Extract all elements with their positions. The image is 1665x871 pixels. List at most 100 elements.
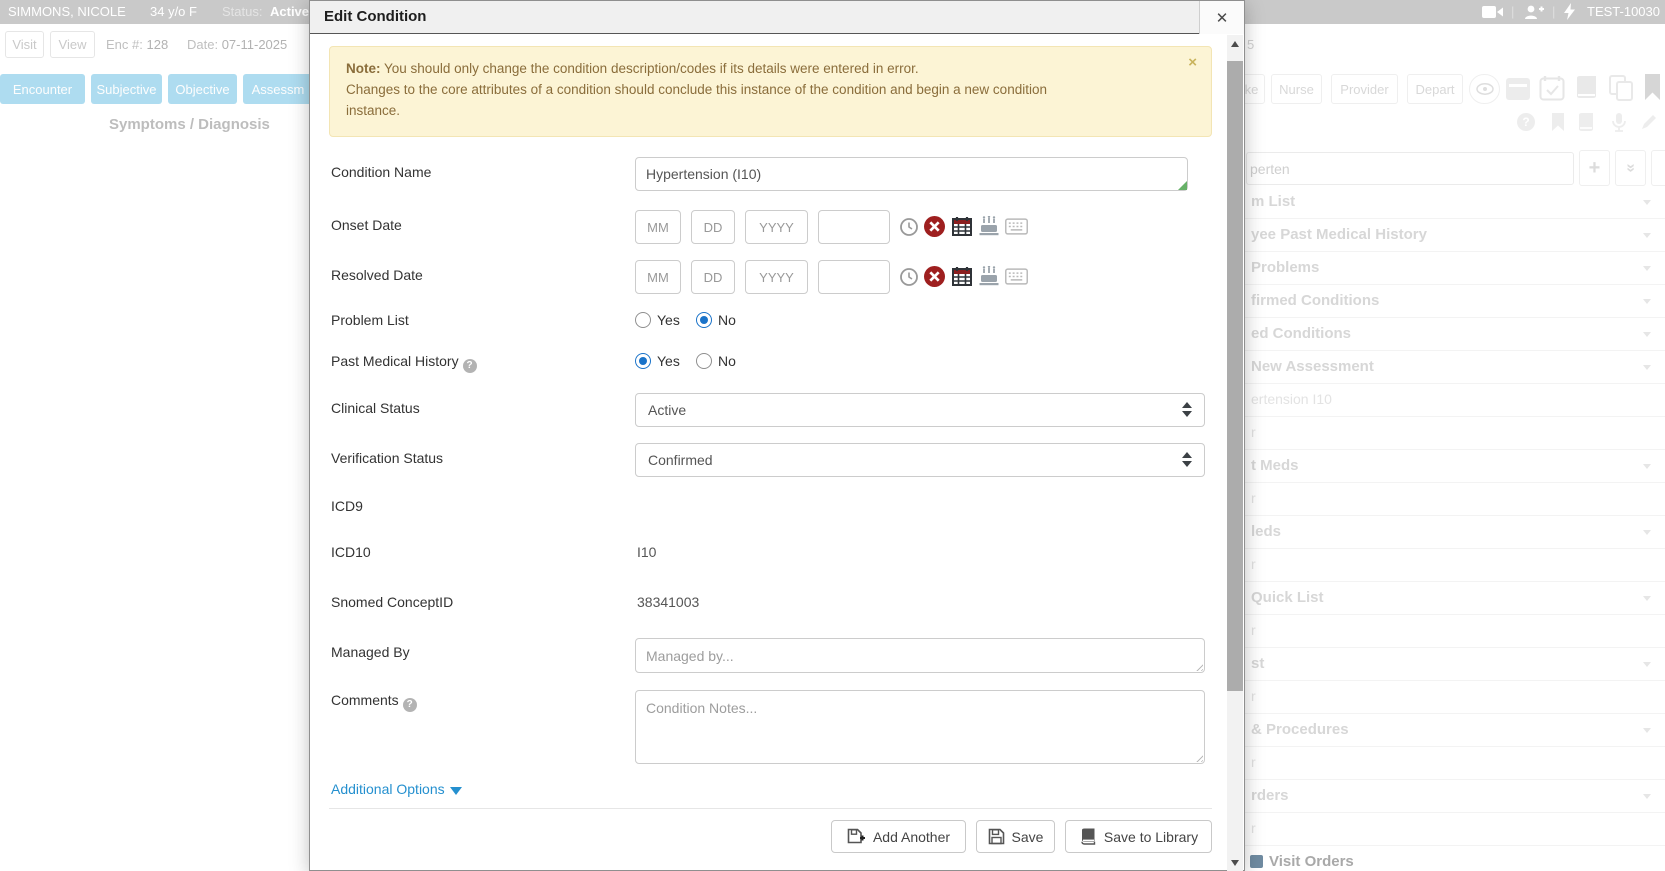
close-button[interactable]: ✕ bbox=[1199, 1, 1244, 34]
add-person-icon[interactable] bbox=[1523, 4, 1545, 20]
sidebar-item[interactable]: Problems bbox=[1245, 252, 1665, 285]
resolved-mm-input[interactable] bbox=[635, 260, 681, 294]
clear-date-icon[interactable] bbox=[924, 266, 945, 287]
visit-button[interactable]: Visit bbox=[5, 31, 44, 58]
keyboard-icon[interactable] bbox=[1005, 218, 1028, 235]
library-book-icon bbox=[1079, 828, 1097, 845]
icd10-label: ICD10 bbox=[331, 544, 371, 560]
sidebar-item[interactable]: r bbox=[1245, 417, 1665, 450]
sidebar-item[interactable]: rders bbox=[1245, 780, 1665, 813]
pmh-yes-radio[interactable] bbox=[635, 353, 651, 369]
resolved-date-label: Resolved Date bbox=[331, 267, 423, 283]
calendar-check-icon[interactable] bbox=[1539, 75, 1565, 102]
sidebar-item[interactable]: ertension I10 bbox=[1245, 384, 1665, 417]
sidebar-item[interactable]: r bbox=[1245, 813, 1665, 846]
dismiss-note-button[interactable]: × bbox=[1188, 56, 1197, 70]
scroll-up-button[interactable] bbox=[1227, 35, 1243, 52]
comments-textarea[interactable] bbox=[635, 690, 1205, 764]
arrow-down-icon bbox=[1231, 860, 1239, 866]
copy-icon[interactable] bbox=[1608, 74, 1635, 102]
clock-icon[interactable] bbox=[899, 217, 919, 237]
problem-list-no-label: No bbox=[718, 312, 736, 328]
sidebar-item[interactable]: firmed Conditions bbox=[1245, 285, 1665, 318]
pmh-no-label: No bbox=[718, 353, 736, 369]
topbar-divider: | bbox=[1552, 4, 1555, 19]
clear-date-icon[interactable] bbox=[924, 216, 945, 237]
pmh-no-radio[interactable] bbox=[696, 353, 712, 369]
orders-icon bbox=[1250, 855, 1263, 868]
sidebar-item[interactable]: ed Conditions bbox=[1245, 318, 1665, 351]
verification-status-select[interactable]: Confirmed bbox=[635, 443, 1205, 477]
managed-by-input[interactable] bbox=[635, 638, 1205, 673]
calendar-icon[interactable] bbox=[952, 216, 972, 236]
birthday-cake-icon[interactable] bbox=[979, 266, 999, 286]
birthday-cake-icon[interactable] bbox=[979, 216, 999, 236]
sidebar-item[interactable]: r bbox=[1245, 483, 1665, 516]
onset-age-input[interactable] bbox=[818, 210, 890, 244]
tab-nurse[interactable]: Nurse bbox=[1271, 74, 1322, 104]
sidebar-item[interactable]: Quick List bbox=[1245, 582, 1665, 615]
tab-assessment[interactable]: Assessm bbox=[243, 74, 313, 104]
book-icon[interactable] bbox=[1576, 112, 1596, 132]
onset-dd-input[interactable] bbox=[691, 210, 735, 244]
tab-subjective[interactable]: Subjective bbox=[91, 74, 162, 104]
condition-search-input[interactable]: perten bbox=[1246, 152, 1574, 185]
clock-icon[interactable] bbox=[899, 267, 919, 287]
calendar-icon[interactable] bbox=[952, 266, 972, 286]
resolved-yyyy-input[interactable] bbox=[745, 260, 808, 294]
video-camera-icon[interactable] bbox=[1482, 5, 1504, 19]
problem-list-no-radio[interactable] bbox=[696, 312, 712, 328]
resolved-age-input[interactable] bbox=[818, 260, 890, 294]
clinical-status-select[interactable]: Active bbox=[635, 393, 1205, 427]
resolved-dd-input[interactable] bbox=[691, 260, 735, 294]
microphone-icon[interactable] bbox=[1609, 112, 1629, 132]
save-to-library-button[interactable]: Save to Library bbox=[1065, 820, 1212, 853]
sidebar-item[interactable]: r bbox=[1245, 681, 1665, 714]
onset-yyyy-input[interactable] bbox=[745, 210, 808, 244]
bookmark-icon[interactable] bbox=[1644, 74, 1661, 101]
help-icon[interactable]: ? bbox=[403, 698, 417, 712]
sidebar-item[interactable]: yee Past Medical History bbox=[1245, 219, 1665, 252]
sidebar-item[interactable]: r bbox=[1245, 615, 1665, 648]
sidebar-item-visit-orders[interactable]: Visit Orders bbox=[1245, 846, 1665, 871]
bookmark-icon[interactable] bbox=[1548, 112, 1568, 132]
additional-options-link[interactable]: Additional Options bbox=[331, 781, 462, 797]
pencil-icon[interactable] bbox=[1639, 112, 1659, 132]
sidebar-item[interactable]: m List bbox=[1245, 186, 1665, 219]
lightning-bolt-icon[interactable] bbox=[1564, 3, 1576, 20]
modal-scrollbar-thumb[interactable] bbox=[1227, 61, 1243, 691]
add-condition-button[interactable]: + bbox=[1579, 150, 1610, 186]
sidebar-item[interactable]: st bbox=[1245, 648, 1665, 681]
keyboard-icon[interactable] bbox=[1005, 268, 1028, 285]
help-icon[interactable]: ? bbox=[1516, 112, 1536, 132]
modal-title: Edit Condition bbox=[324, 8, 426, 25]
scroll-down-button[interactable] bbox=[1227, 854, 1243, 871]
book-icon[interactable] bbox=[1573, 75, 1600, 101]
tab-objective[interactable]: Objective bbox=[168, 74, 237, 104]
sidebar-item[interactable]: & Procedures bbox=[1245, 714, 1665, 747]
condition-name-label: Condition Name bbox=[331, 164, 431, 180]
tab-encounter[interactable]: Encounter bbox=[0, 74, 85, 104]
view-button[interactable]: View bbox=[50, 31, 95, 58]
sidebar-item[interactable]: New Assessment bbox=[1245, 351, 1665, 384]
sidebar-item[interactable]: t Meds bbox=[1245, 450, 1665, 483]
help-icon[interactable]: ? bbox=[463, 359, 477, 373]
sidebar-item[interactable]: r bbox=[1245, 549, 1665, 582]
add-another-button[interactable]: Add Another bbox=[831, 820, 966, 853]
warning-note: Note: You should only change the conditi… bbox=[329, 46, 1212, 137]
problem-list-yes-radio[interactable] bbox=[635, 312, 651, 328]
partial-button[interactable] bbox=[1651, 150, 1665, 186]
archive-box-icon[interactable] bbox=[1505, 77, 1531, 101]
eye-icon[interactable] bbox=[1469, 74, 1500, 104]
sidebar-item[interactable]: leds bbox=[1245, 516, 1665, 549]
onset-mm-input[interactable] bbox=[635, 210, 681, 244]
clinical-status-label: Clinical Status bbox=[331, 400, 420, 416]
sidebar-item[interactable]: r bbox=[1245, 747, 1665, 780]
collapse-all-button[interactable]: » bbox=[1615, 150, 1646, 186]
save-button[interactable]: Save bbox=[976, 820, 1055, 853]
tab-depart[interactable]: Depart bbox=[1407, 74, 1463, 104]
encounter-number: Enc #: 128 bbox=[106, 37, 168, 52]
tab-provider[interactable]: Provider bbox=[1331, 74, 1398, 104]
collapse-caret-icon bbox=[1643, 596, 1651, 601]
condition-name-input[interactable] bbox=[635, 157, 1188, 191]
